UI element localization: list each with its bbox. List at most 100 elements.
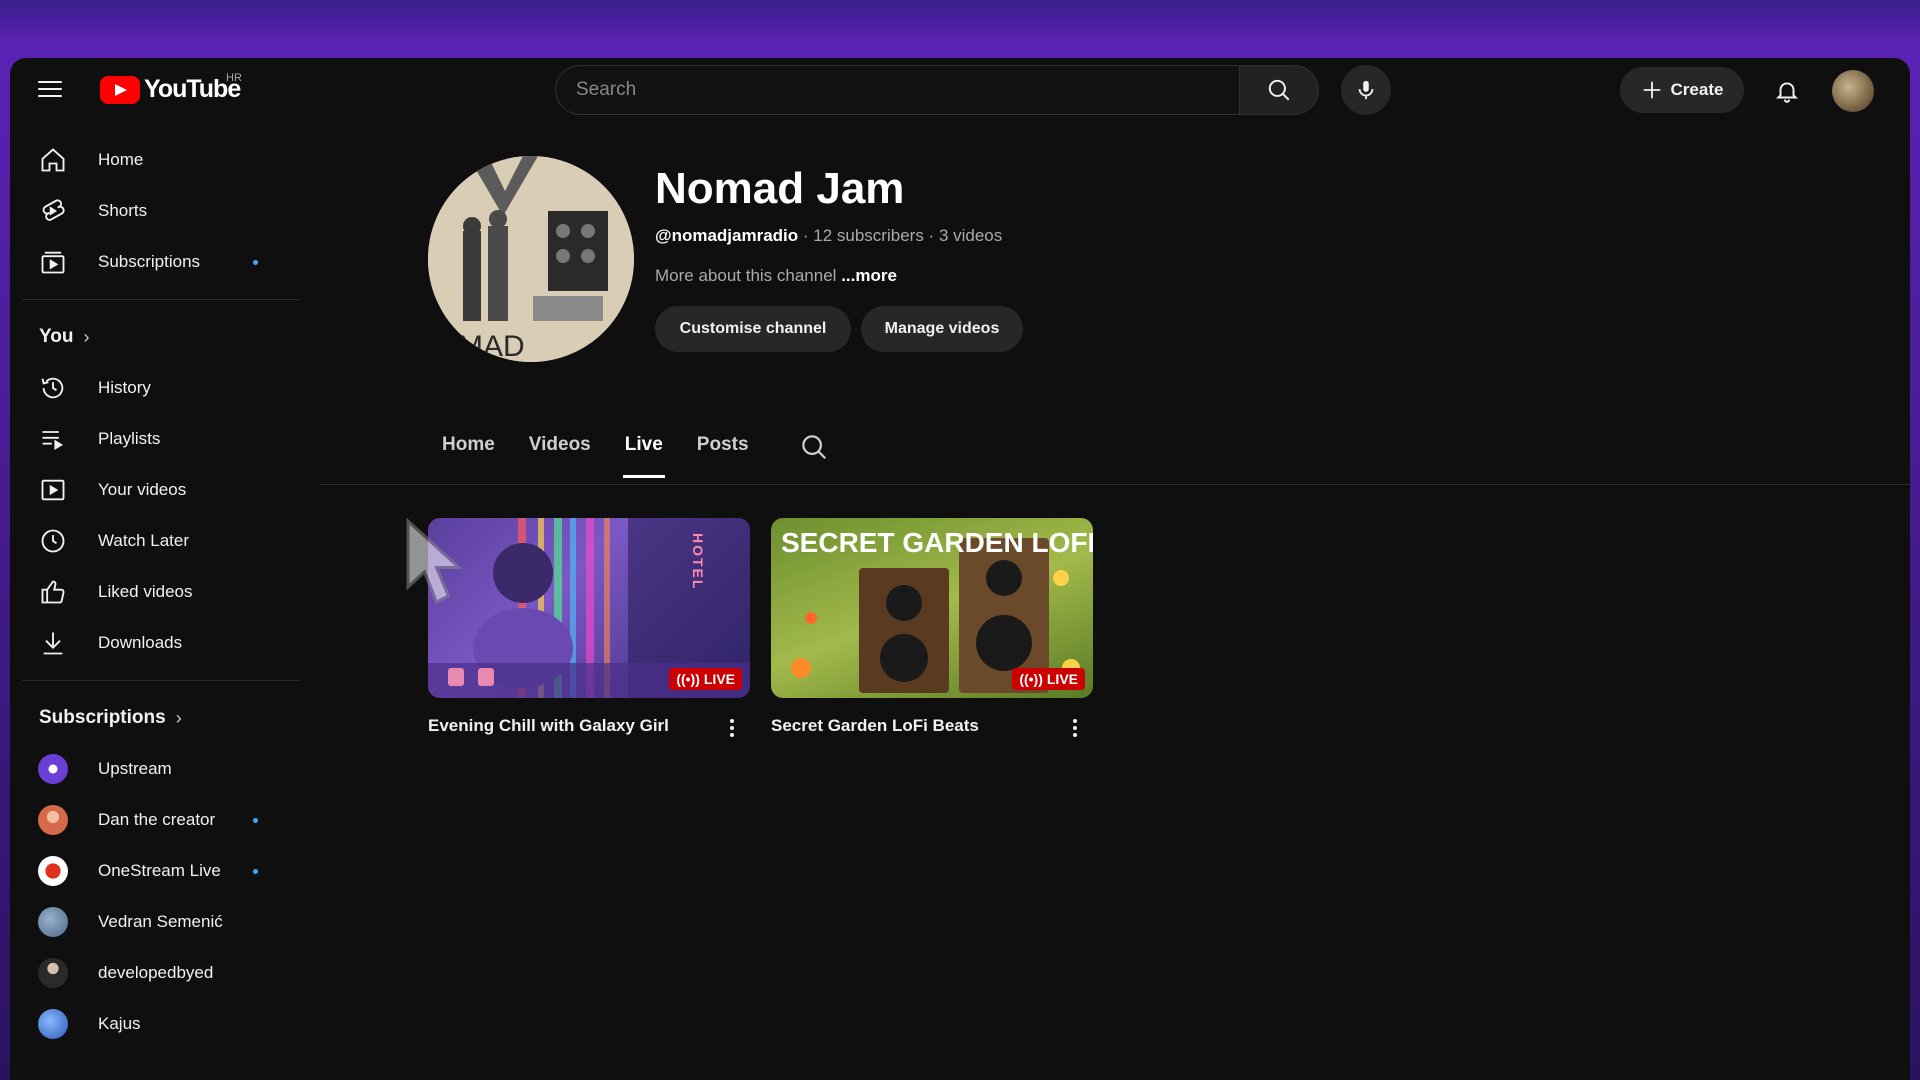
sidebar: Home Shorts Subscriptions You › History …	[10, 134, 300, 1049]
top-bar: YouTube HR Create	[10, 58, 1910, 122]
sidebar-subscription-upstream[interactable]: Upstream	[10, 743, 300, 794]
region-code: HR	[226, 72, 242, 84]
video-count: 3 videos	[938, 226, 1003, 245]
your-videos-icon	[38, 475, 68, 505]
channel-tabs: Home Videos Live Posts	[442, 428, 829, 480]
sidebar-item-label: Subscriptions	[98, 251, 201, 271]
sidebar-item-label: Playlists	[98, 428, 161, 448]
tab-videos[interactable]: Videos	[529, 428, 591, 480]
create-button[interactable]: Create	[1620, 67, 1744, 113]
account-avatar[interactable]	[1832, 70, 1874, 112]
sidebar-subscription-kajus[interactable]: Kajus	[10, 998, 300, 1049]
sidebar-divider	[22, 680, 300, 681]
channel-avatar	[38, 855, 68, 886]
channel-meta: @nomadjamradio · 12 subscribers · 3 vide…	[655, 226, 1002, 246]
subscriptions-icon	[38, 247, 68, 277]
plus-icon	[1643, 81, 1660, 99]
video-thumbnail[interactable]: SECRET GARDEN LOFI ((•)) LIVE	[771, 518, 1093, 698]
video-card[interactable]: SECRET GARDEN LOFI ((•)) LIVE Secret Gar…	[771, 518, 1093, 737]
channel-about-link[interactable]: More about this channel ...more	[655, 266, 897, 286]
sidebar-item-liked-videos[interactable]: Liked videos	[10, 566, 300, 617]
video-title[interactable]: Secret Garden LoFi Beats	[771, 716, 1093, 736]
bell-icon	[1775, 82, 1799, 103]
playlists-icon	[38, 424, 68, 454]
sidebar-item-shorts[interactable]: Shorts	[10, 185, 300, 236]
history-icon	[38, 373, 68, 403]
more-options-icon[interactable]	[720, 716, 744, 740]
app-window: YouTube HR Create Home Shorts	[10, 58, 1910, 1080]
live-badge-label: LIVE	[1046, 671, 1078, 687]
live-badge: ((•)) LIVE	[1012, 668, 1085, 690]
live-broadcast-icon: ((•))	[676, 671, 700, 687]
sidebar-item-label: Liked videos	[98, 581, 193, 601]
youtube-logo[interactable]: YouTube	[100, 75, 241, 104]
channel-avatar	[38, 753, 68, 784]
sidebar-item-label: Your videos	[98, 479, 187, 499]
sidebar-item-label: Upstream	[98, 758, 172, 778]
you-heading-label: You	[39, 326, 74, 347]
search-icon	[1268, 79, 1290, 101]
video-title[interactable]: Evening Chill with Galaxy Girl	[428, 716, 750, 736]
live-badge-label: LIVE	[703, 671, 735, 687]
tab-posts[interactable]: Posts	[697, 428, 749, 480]
sidebar-item-downloads[interactable]: Downloads	[10, 617, 300, 668]
tab-home[interactable]: Home	[442, 428, 495, 480]
sidebar-item-playlists[interactable]: Playlists	[10, 413, 300, 464]
sidebar-item-home[interactable]: Home	[10, 134, 300, 185]
meta-separator: ·	[798, 226, 814, 245]
sidebar-item-label: Kajus	[98, 1013, 141, 1033]
sidebar-divider	[22, 299, 300, 300]
sidebar-item-label: Vedran Semenić	[98, 911, 223, 931]
home-icon	[38, 145, 68, 175]
video-card[interactable]: HOTEL ((•)) LIVE Evening Chill with Gala…	[428, 518, 750, 737]
sidebar-subscription-vedran-semenic[interactable]: Vedran Semenić	[10, 896, 300, 947]
subscriptions-heading-label: Subscriptions	[39, 707, 166, 728]
sidebar-subscription-onestream-live[interactable]: OneStream Live	[10, 845, 300, 896]
search-input[interactable]	[555, 65, 1239, 115]
more-options-icon[interactable]	[1063, 716, 1087, 740]
sidebar-item-label: OneStream Live	[98, 860, 221, 880]
channel-artwork: MAD	[428, 156, 634, 362]
sidebar-subscription-developedbyed[interactable]: developedbyed	[10, 947, 300, 998]
channel-avatar	[38, 1008, 68, 1039]
sidebar-item-label: Dan the creator	[98, 809, 216, 829]
avatar-text: MAD	[458, 330, 525, 362]
sidebar-item-history[interactable]: History	[10, 362, 300, 413]
search-bar	[555, 65, 1319, 115]
mouse-cursor-icon	[406, 518, 463, 605]
channel-search-icon[interactable]	[799, 432, 829, 462]
channel-avatar	[38, 906, 68, 937]
more-link[interactable]: ...more	[841, 266, 897, 285]
about-text: More about this channel	[655, 266, 837, 285]
meta-separator: ·	[923, 226, 939, 245]
sidebar-subscription-dan-the-creator[interactable]: Dan the creator	[10, 794, 300, 845]
tab-live[interactable]: Live	[622, 428, 665, 480]
manage-videos-button[interactable]: Manage videos	[861, 306, 1023, 352]
sidebar-item-label: History	[98, 377, 151, 397]
customise-channel-button[interactable]: Customise channel	[655, 306, 851, 352]
live-broadcast-icon: ((•))	[1019, 671, 1043, 687]
chevron-right-icon: ›	[83, 326, 90, 347]
channel-profile-avatar[interactable]: MAD	[428, 156, 634, 362]
sidebar-item-your-videos[interactable]: Your videos	[10, 464, 300, 515]
thumbnail-text: SECRET GARDEN LOFI	[781, 527, 1093, 558]
sidebar-item-watch-later[interactable]: Watch Later	[10, 515, 300, 566]
download-icon	[38, 628, 68, 658]
thumbnail-text: HOTEL	[690, 533, 706, 590]
sidebar-item-subscriptions[interactable]: Subscriptions	[10, 236, 300, 287]
create-label: Create	[1670, 80, 1724, 99]
video-thumbnail[interactable]: HOTEL ((•)) LIVE	[428, 518, 750, 698]
sidebar-item-label: developedbyed	[98, 962, 214, 982]
tabs-divider	[320, 484, 1910, 485]
sidebar-subscriptions-heading[interactable]: Subscriptions ›	[10, 693, 300, 743]
sidebar-item-label: Home	[98, 149, 144, 169]
search-button[interactable]	[1239, 65, 1319, 115]
sidebar-you-heading[interactable]: You ›	[10, 312, 300, 362]
sidebar-item-label: Watch Later	[98, 530, 190, 550]
voice-search-button[interactable]	[1341, 65, 1391, 115]
subscriber-count: 12 subscribers	[813, 226, 924, 245]
sidebar-item-label: Shorts	[98, 200, 148, 220]
new-content-dot	[253, 869, 258, 874]
notifications-button[interactable]	[1767, 71, 1807, 111]
hamburger-menu-icon[interactable]	[36, 76, 64, 104]
